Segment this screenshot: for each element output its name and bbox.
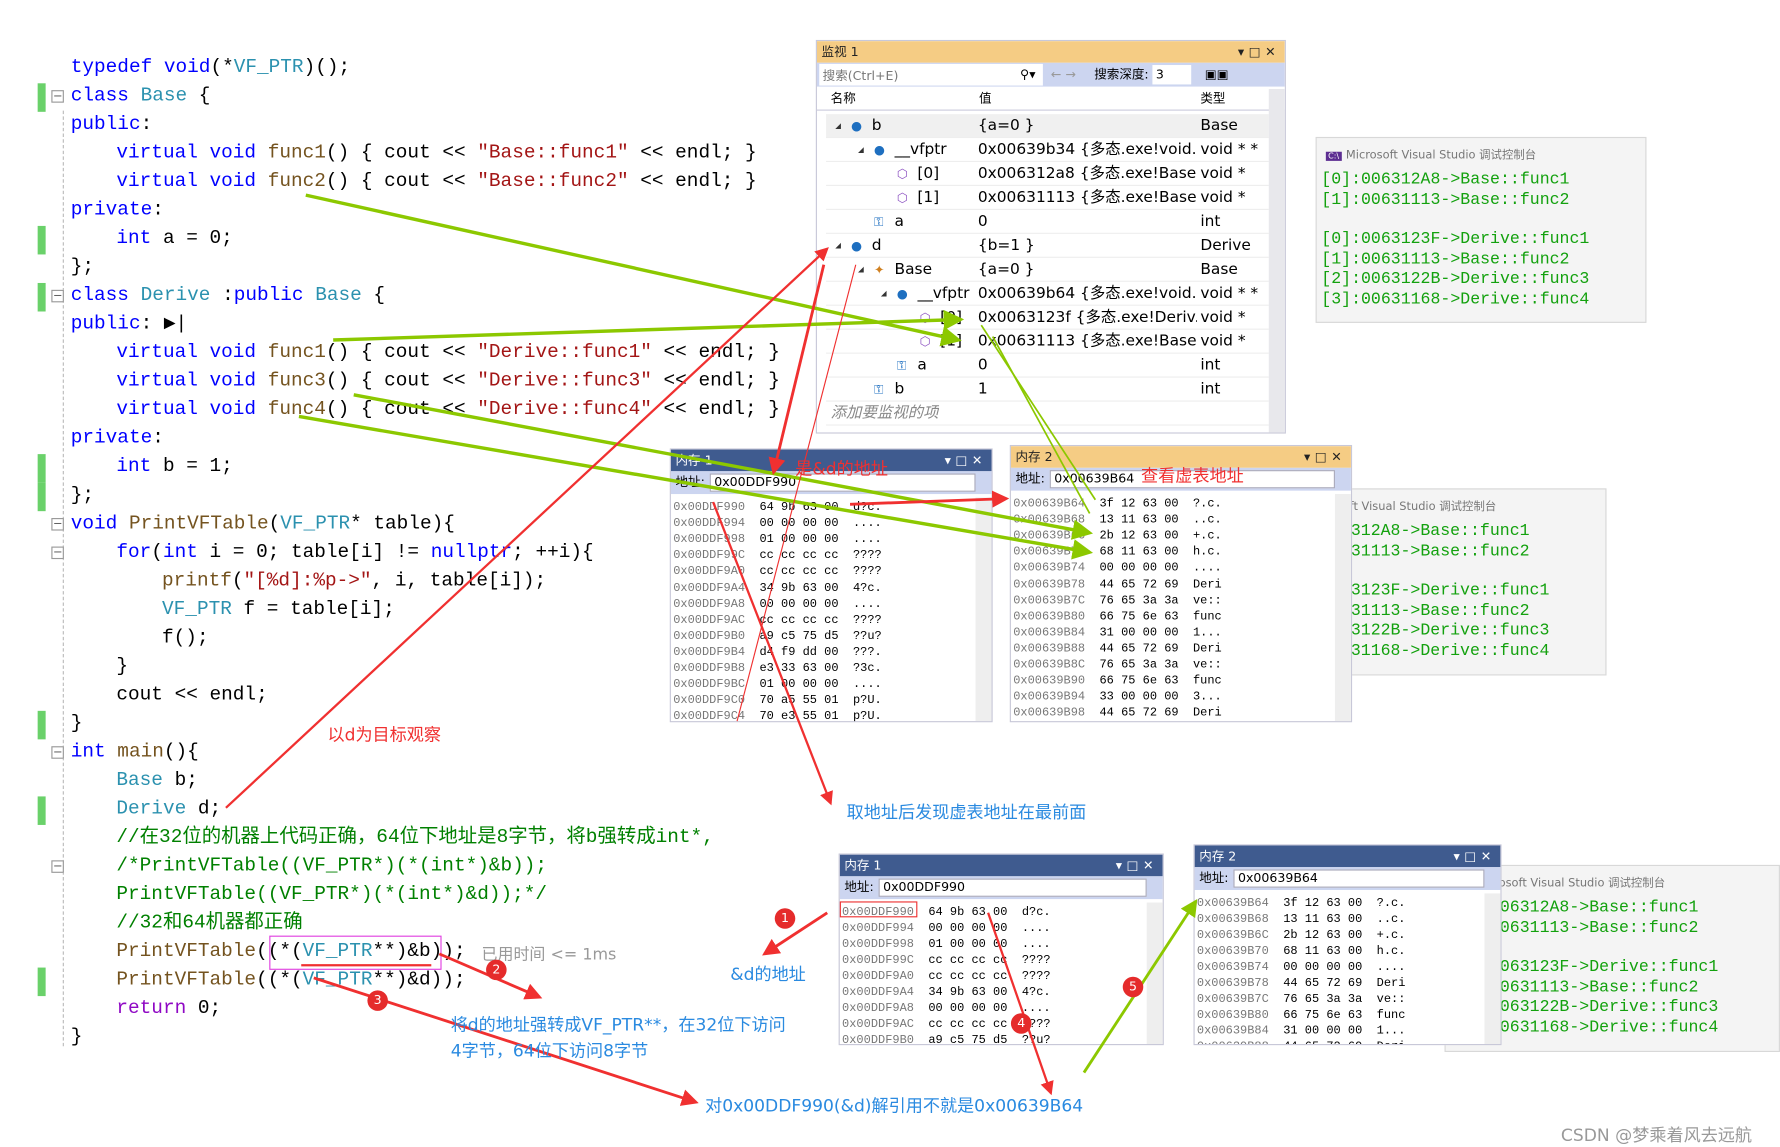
arrow-overlay (225, 193, 1198, 1106)
green-arrow (305, 193, 962, 347)
red-arrow (768, 264, 826, 476)
marker-5: 5 (1122, 976, 1144, 998)
green-arrow (353, 393, 1094, 540)
green-arrow (298, 414, 1094, 560)
marker-1: 1 (774, 908, 796, 929)
annotated-screenshot: typedef void(*VF_PTR)(); − class Base {pub… (0, 0, 1780, 1147)
green-arrow (333, 309, 965, 342)
annotation-deref: 对0x00DDF990(&d)解引用不就是0x00639B64 (705, 1095, 1084, 1116)
annotation-view-vtable: 查看虚表地址 (1141, 465, 1244, 487)
red-line (736, 264, 857, 722)
green-line (980, 324, 1097, 501)
red-arrow (712, 501, 833, 806)
annotation-cast: 将d的地址强转成VF_PTR**，在32位下访问 (450, 1014, 786, 1035)
marker-2: 2 (486, 959, 507, 981)
watermark: CSDN @梦乘着风去远航 (1560, 1125, 1753, 1146)
marker-3: 3 (367, 990, 388, 1011)
annotation-cast: 4字节，64位下访问8字节 (450, 1040, 649, 1062)
annotation-vtable-first: 取地址后发现虚表地址在最前面 (846, 802, 1087, 823)
green-line (991, 336, 1091, 514)
annotation-is-addr-d: 是&d的地址 (795, 458, 888, 480)
red-arrow (987, 912, 1054, 1096)
annotation-addr-d: &d的地址 (730, 964, 806, 985)
marker-4: 4 (1010, 1013, 1032, 1034)
annotation-observe-d: 以d为目标观察 (327, 724, 442, 746)
